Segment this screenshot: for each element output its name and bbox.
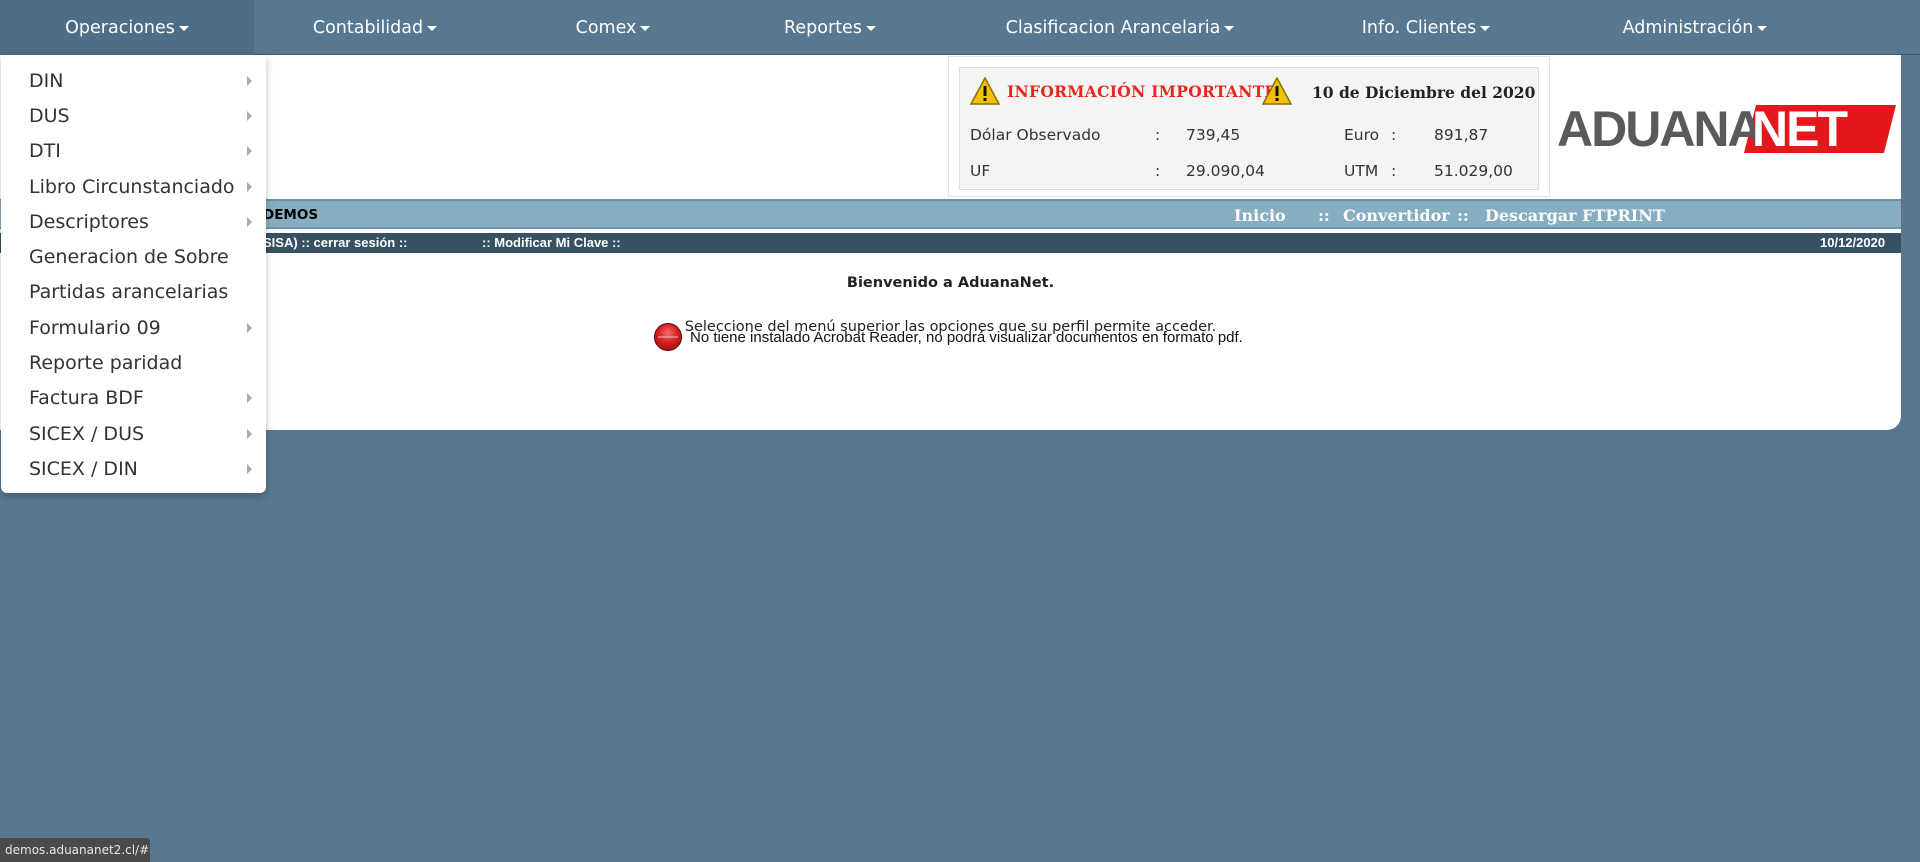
red-alert-icon (654, 323, 682, 351)
colon: : (1391, 162, 1397, 180)
main-panel: INFORMACIÓN IMPORTANTE 10 de Diciembre d… (0, 55, 1901, 430)
logo-text-aduana: ADUANA (1557, 101, 1764, 157)
menu-item-sicex-dus[interactable]: SICEX / DUS (1, 416, 266, 451)
utm-value: 51.029,00 (1434, 162, 1513, 180)
nav-info-clientes[interactable]: Info. Clientes (1310, 0, 1542, 55)
info-title: INFORMACIÓN IMPORTANTE (1007, 82, 1277, 101)
chevron-right-icon (247, 146, 252, 157)
chevron-right-icon (247, 393, 252, 404)
caret-down-icon (640, 26, 651, 31)
chevron-right-icon (247, 75, 252, 86)
nav-label: Reportes (784, 17, 862, 38)
menu-item-din[interactable]: DIN (1, 63, 266, 98)
pdf-warning: No tiene instalado Acrobat Reader, no po… (654, 323, 1243, 351)
menu-item-sicex-din[interactable]: SICEX / DIN (1, 451, 266, 486)
nav-label: Comex (575, 17, 637, 38)
nav-administracion[interactable]: Administración (1542, 0, 1848, 55)
nav-label: Contabilidad (312, 17, 424, 38)
euro-value: 891,87 (1434, 126, 1489, 144)
menu-item-factura-bdf[interactable]: Factura BDF (1, 381, 266, 416)
colon: : (1155, 126, 1161, 144)
chevron-right-icon (247, 110, 252, 121)
menu-item-libro-circunstanciado[interactable]: Libro Circunstanciado (1, 169, 266, 204)
menu-item-label: Formulario 09 (29, 316, 161, 339)
current-date: 10/12/2020 (1820, 235, 1886, 250)
nav-reportes[interactable]: Reportes (730, 0, 930, 55)
nav-label: Operaciones (65, 17, 175, 38)
caret-down-icon (178, 26, 189, 31)
dolar-label: Dólar Observado (970, 126, 1101, 144)
uf-value: 29.090,04 (1186, 162, 1265, 180)
caret-down-icon (1224, 26, 1235, 31)
company-name: DEMOS (263, 207, 319, 223)
chevron-right-icon (247, 216, 252, 227)
status-url: demos.aduananet2.cl/# (0, 838, 150, 862)
link-descargar-ftprint[interactable]: Descargar FTPRINT (1485, 206, 1665, 225)
menu-item-label: Descriptores (29, 210, 149, 233)
chevron-right-icon (247, 463, 252, 474)
warning-icon (970, 77, 1000, 105)
menu-item-label: Generacion de Sobre (29, 246, 229, 269)
separator: :: (1318, 206, 1330, 225)
menu-item-label: DUS (29, 104, 70, 127)
menu-item-generacion-de-sobre[interactable]: Generacion de Sobre (1, 239, 266, 274)
link-inicio[interactable]: Inicio (1234, 206, 1286, 225)
utm-label: UTM (1344, 162, 1379, 180)
warning-icon (1262, 77, 1292, 105)
chevron-right-icon (247, 181, 252, 192)
menu-item-partidas-arancelarias[interactable]: Partidas arancelarias (1, 275, 266, 310)
menu-item-label: SICEX / DIN (29, 457, 138, 480)
caret-down-icon (1480, 26, 1491, 31)
menu-item-descriptores[interactable]: Descriptores (1, 204, 266, 239)
nav-label: Clasificacion Arancelaria (1005, 17, 1221, 38)
link-convertidor[interactable]: Convertidor (1343, 206, 1450, 225)
nav-label: Administración (1622, 17, 1754, 38)
separator: :: (1457, 206, 1469, 225)
caret-down-icon (427, 26, 438, 31)
menu-item-reporte-paridad[interactable]: Reporte paridad (1, 345, 266, 380)
menu-item-label: Factura BDF (29, 387, 144, 410)
header-bar: DEMOS Inicio :: Convertidor :: Descargar… (0, 199, 1901, 229)
user-bar: SISA) :: cerrar sesión :: :: Modificar M… (0, 233, 1901, 253)
nav-operaciones[interactable]: Operaciones (0, 0, 254, 55)
uf-label: UF (970, 162, 991, 180)
logout-link[interactable]: SISA) :: cerrar sesión :: (263, 235, 408, 250)
aduananet-logo: ADUANA NET (1557, 101, 1896, 157)
change-password-link[interactable]: :: Modificar Mi Clave :: (482, 235, 621, 250)
info-box-inner: INFORMACIÓN IMPORTANTE 10 de Diciembre d… (959, 67, 1539, 190)
menu-item-label: DTI (29, 140, 61, 163)
caret-down-icon (1757, 26, 1768, 31)
nav-contabilidad[interactable]: Contabilidad (254, 0, 496, 55)
caret-down-icon (865, 26, 876, 31)
top-navigation: Operaciones Contabilidad Comex Reportes … (0, 0, 1920, 55)
menu-item-formulario-09[interactable]: Formulario 09 (1, 310, 266, 345)
menu-item-label: Reporte paridad (29, 352, 183, 375)
colon: : (1391, 126, 1397, 144)
welcome-message: Bienvenido a AduanaNet. (846, 275, 1055, 291)
info-box: INFORMACIÓN IMPORTANTE 10 de Diciembre d… (948, 56, 1550, 197)
nav-clasificacion-arancelaria[interactable]: Clasificacion Arancelaria (930, 0, 1310, 55)
nav-comex[interactable]: Comex (496, 0, 730, 55)
menu-item-label: DIN (29, 69, 64, 92)
dolar-value: 739,45 (1186, 126, 1241, 144)
colon: : (1155, 162, 1161, 180)
menu-item-label: SICEX / DUS (29, 422, 145, 445)
logo-text-net: NET (1752, 101, 1848, 157)
menu-item-dti[interactable]: DTI (1, 134, 266, 169)
info-date: 10 de Diciembre del 2020 (1312, 83, 1536, 102)
chevron-right-icon (247, 322, 252, 333)
menu-item-dus[interactable]: DUS (1, 98, 266, 133)
operaciones-dropdown-menu: DIN DUS DTI Libro Circunstanciado Descri… (1, 55, 266, 493)
menu-item-label: Libro Circunstanciado (29, 175, 235, 198)
euro-label: Euro (1344, 126, 1380, 144)
nav-label: Info. Clientes (1361, 17, 1477, 38)
pdf-warning-text: No tiene instalado Acrobat Reader, no po… (690, 328, 1243, 346)
menu-item-label: Partidas arancelarias (29, 281, 229, 304)
chevron-right-icon (247, 428, 252, 439)
